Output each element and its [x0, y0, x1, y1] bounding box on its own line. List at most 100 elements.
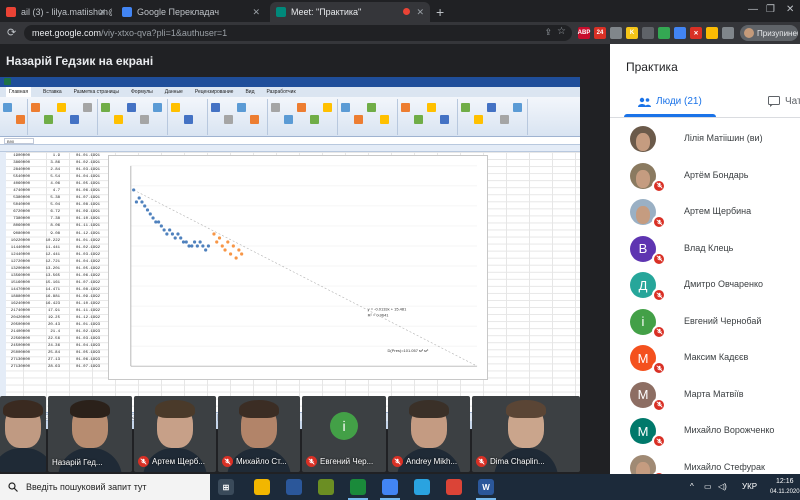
cell[interactable]: 10220000 [8, 238, 30, 245]
ribbon-command-icon[interactable] [487, 103, 496, 112]
cell[interactable]: 2840000 [8, 167, 30, 174]
file-explorer-icon[interactable] [254, 479, 270, 495]
participant-tile[interactable]: Михайло Ст... [218, 396, 300, 472]
language-indicator[interactable]: УКР [742, 482, 757, 491]
participant-row[interactable]: Михайло Стефурак [610, 451, 800, 474]
cell[interactable]: 01.03.1991 [64, 167, 100, 174]
ribbon-command-icon[interactable] [367, 103, 376, 112]
cell[interactable]: 13.565 [36, 273, 60, 280]
ribbon-command-icon[interactable] [44, 115, 53, 124]
tab-gmail[interactable]: ail (3) - lilya.matiishun@gmail ✕ [0, 2, 112, 22]
cell[interactable]: 01.12.1992 [64, 315, 100, 322]
cell[interactable]: 20420000 [8, 315, 30, 322]
ribbon-command-icon[interactable] [31, 103, 40, 112]
ribbon-command-icon[interactable] [401, 103, 410, 112]
cell[interactable]: 8060000 [8, 223, 30, 230]
store-icon[interactable] [286, 479, 302, 495]
ribbon-command-icon[interactable] [83, 103, 92, 112]
cell[interactable]: 28.63 [36, 364, 60, 371]
cell[interactable]: 4.7 [36, 188, 60, 195]
cell[interactable]: 10.222 [36, 238, 60, 245]
participant-row[interactable]: М Марта Матвіїв [610, 378, 800, 414]
cell[interactable]: 16.423 [36, 301, 60, 308]
participant-row[interactable]: Артем Щербина [610, 195, 800, 231]
chrome-icon[interactable] [382, 479, 398, 495]
ribbon-command-icon[interactable] [171, 103, 180, 112]
cell[interactable]: 16240000 [8, 301, 30, 308]
ribbon-command-icon[interactable] [140, 115, 149, 124]
address-bar[interactable]: meet.google.com /viy-xtxo-qva?pli=1&auth… [24, 25, 572, 41]
cell[interactable]: 25.84 [36, 350, 60, 357]
cell[interactable]: 01.04.1992 [64, 259, 100, 266]
scatter-chart[interactable]: y = -0.0133x + 15.481R² = 0.9641 D(Pres)=… [108, 155, 488, 380]
tab-people[interactable]: Люди (21) [638, 96, 702, 107]
ribbon-command-icon[interactable] [250, 115, 259, 124]
cell[interactable]: 01.11.1991 [64, 223, 100, 230]
cell[interactable]: 1.9 [36, 153, 60, 160]
cell[interactable]: 3860000 [8, 160, 30, 167]
cell[interactable]: 7.38 [36, 216, 60, 223]
cell[interactable]: 24.36 [36, 343, 60, 350]
cell[interactable]: 20500000 [8, 322, 30, 329]
cell[interactable]: 13200000 [8, 266, 30, 273]
cell[interactable]: 01.02.1992 [64, 245, 100, 252]
cell[interactable]: 01.02.1993 [64, 329, 100, 336]
cell[interactable]: 14.471 [36, 287, 60, 294]
close-tab-icon[interactable]: ✕ [252, 7, 260, 18]
cell[interactable]: 12.441 [36, 252, 60, 259]
task-view-icon[interactable]: ⊞ [218, 479, 234, 495]
ribbon-tab[interactable]: Вставка [43, 87, 62, 97]
share-icon[interactable]: ⇪ [544, 27, 552, 38]
orange-ext-icon[interactable] [706, 27, 718, 39]
cell[interactable]: 5.04 [36, 202, 60, 209]
cell[interactable]: 6.72 [36, 209, 60, 216]
close-window-icon[interactable]: ✕ [786, 4, 794, 15]
ribbon-tab[interactable]: Вид [245, 87, 254, 97]
ribbon-command-icon[interactable] [474, 115, 483, 124]
cell[interactable]: 22560000 [8, 336, 30, 343]
ribbon-command-icon[interactable] [184, 115, 193, 124]
ribbon-command-icon[interactable] [414, 115, 423, 124]
maximize-icon[interactable]: ❐ [766, 4, 775, 15]
close-tab-icon[interactable]: ✕ [98, 7, 106, 18]
cell[interactable]: 01.02.1991 [64, 160, 100, 167]
participant-tile[interactable]: Назарій Гед... [48, 396, 132, 472]
participant-row[interactable]: В Влад Клець [610, 232, 800, 268]
cell[interactable]: 21.4 [36, 329, 60, 336]
network-icon[interactable]: ▭ [704, 482, 712, 491]
cell[interactable]: 01.05.1992 [64, 266, 100, 273]
cell[interactable]: 5040000 [8, 202, 30, 209]
ribbon-command-icon[interactable] [297, 103, 306, 112]
participant-row[interactable]: Лілія Матіішин (ви) [610, 122, 800, 158]
calendar-ext-icon[interactable]: 24 [594, 27, 606, 39]
cell[interactable]: 27130000 [8, 364, 30, 371]
cell[interactable]: 18880000 [8, 294, 30, 301]
participant-row[interactable]: Артём Бондарь [610, 159, 800, 195]
cell[interactable]: 01.04.1991 [64, 174, 100, 181]
ribbon-command-icon[interactable] [114, 115, 123, 124]
cell[interactable]: 11440000 [8, 245, 30, 252]
cell[interactable]: 01.03.1992 [64, 252, 100, 259]
ribbon-command-icon[interactable] [323, 103, 332, 112]
ribbon-command-icon[interactable] [354, 115, 363, 124]
ribbon-command-icon[interactable] [427, 103, 436, 112]
cell[interactable]: 01.05.1993 [64, 350, 100, 357]
ribbon-tab[interactable]: Рецензирование [195, 87, 234, 97]
ribbon-command-icon[interactable] [16, 115, 25, 124]
gallery-icon[interactable] [318, 479, 334, 495]
cell[interactable]: 17.91 [36, 308, 60, 315]
cell[interactable]: 12720000 [8, 259, 30, 266]
blue-ext-icon[interactable] [674, 27, 686, 39]
word-icon[interactable]: W [478, 479, 494, 495]
cell[interactable]: 8.06 [36, 223, 60, 230]
cell[interactable]: 19.25 [36, 315, 60, 322]
cell[interactable]: 4740000 [8, 188, 30, 195]
cell[interactable]: 27.13 [36, 357, 60, 364]
extensions-icon[interactable] [722, 27, 734, 39]
ribbon-command-icon[interactable] [224, 115, 233, 124]
cell[interactable]: 01.06.1992 [64, 273, 100, 280]
cell[interactable]: 01.11.1992 [64, 308, 100, 315]
ribbon-tab[interactable]: Разработчик [266, 87, 295, 97]
ribbon-command-icon[interactable] [153, 103, 162, 112]
cell[interactable]: 5.38 [36, 195, 60, 202]
